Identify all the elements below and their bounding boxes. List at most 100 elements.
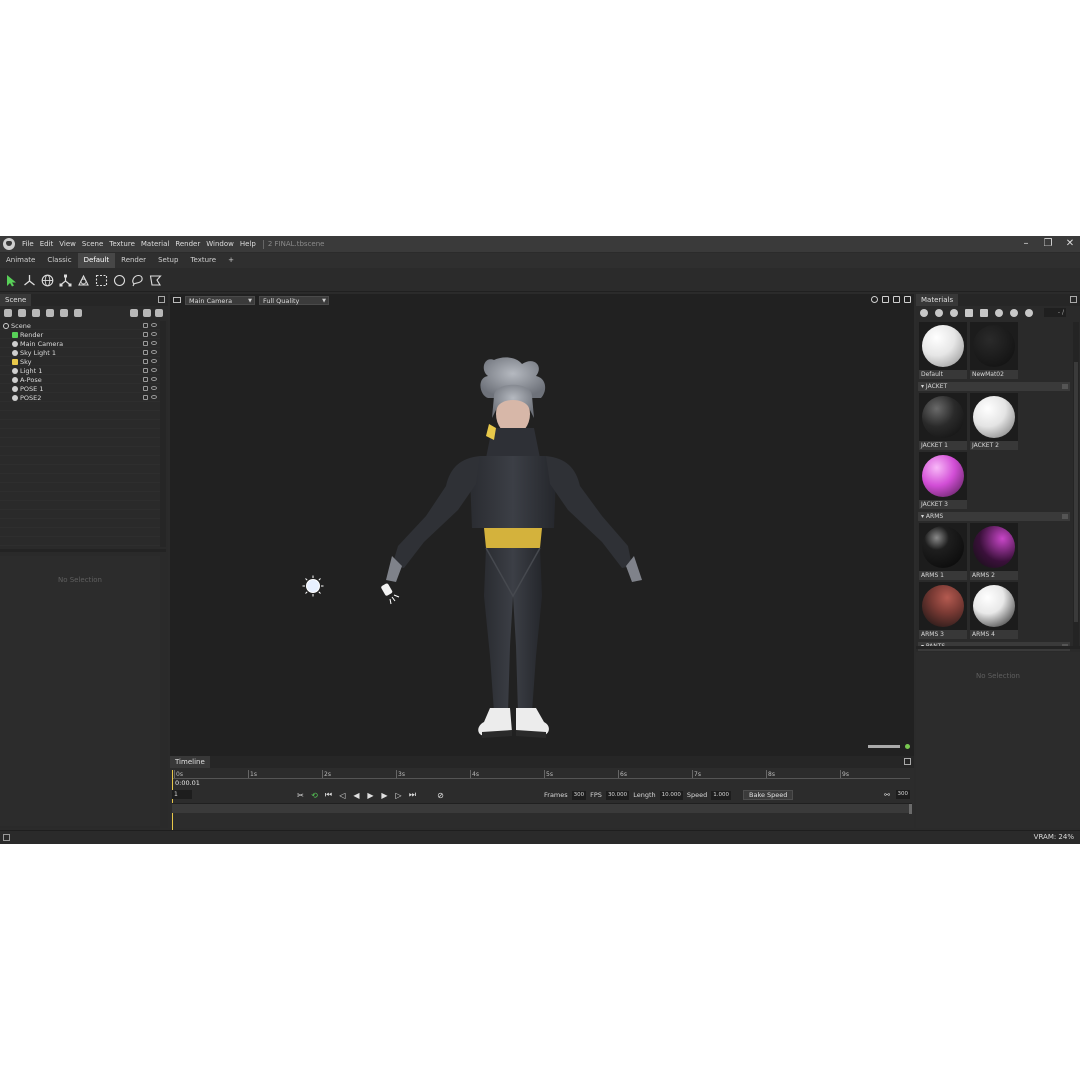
scissors-icon[interactable]: ✂ [296,791,305,800]
material-group-header[interactable]: ▾ JACKET [918,382,1070,391]
next-key-icon[interactable]: ▷ [394,791,403,800]
lock-icon[interactable] [143,359,148,364]
lock-icon[interactable] [143,350,148,355]
rect-select-icon[interactable] [94,273,109,288]
next-frame-icon[interactable]: ▶ [380,791,389,800]
scene-tree-row[interactable]: POSE2 [0,393,160,402]
tab-render[interactable]: Render [115,253,152,268]
apply-material-icon[interactable] [1010,309,1018,317]
timeline-track[interactable] [172,803,912,814]
popout-icon[interactable] [904,296,911,303]
duplicate-material-icon[interactable] [935,309,943,317]
popout-icon[interactable] [158,296,165,303]
menu-texture[interactable]: Texture [106,240,138,248]
log-icon[interactable] [3,834,10,841]
timeline-ruler[interactable]: 0s 1s 2s 3s 4s 5s 6s 7s 8s 9s [172,770,910,788]
add-light-icon[interactable] [18,309,26,317]
clear-material-icon[interactable] [1025,309,1033,317]
visibility-icon[interactable] [151,350,157,354]
gear-icon[interactable] [871,296,878,303]
pan-icon[interactable] [882,296,889,303]
scene-tree-row[interactable]: Sky [0,357,160,366]
material-group-header[interactable]: ▾ ARMS [918,512,1070,521]
add-group-icon[interactable] [46,309,54,317]
lock-icon[interactable] [143,368,148,373]
scene-tree-row[interactable]: POSE 1 [0,384,160,393]
visibility-icon[interactable] [151,377,157,381]
material-swatch[interactable]: ARMS 1 [919,523,968,580]
material-swatch[interactable]: JACKET 3 [919,452,968,509]
visibility-icon[interactable] [151,332,157,336]
fps-field[interactable]: 30.000 [605,790,630,800]
lock-icon[interactable] [143,341,148,346]
track-end-handle[interactable] [909,804,912,814]
minimize-icon[interactable]: – [1020,238,1032,250]
select-tool-icon[interactable] [4,273,19,288]
maximize-icon[interactable] [893,296,900,303]
tab-classic[interactable]: Classic [41,253,77,268]
scene-tree-row[interactable]: Light 1 [0,366,160,375]
lasso-select-icon[interactable] [130,273,145,288]
material-swatch[interactable]: JACKET 1 [919,393,968,450]
material-swatch[interactable]: ARMS 3 [919,582,968,639]
remove-material-icon[interactable] [950,309,958,317]
visibility-icon[interactable] [151,386,157,390]
add-mesh-icon[interactable] [4,309,12,317]
folder-icon[interactable] [965,309,973,317]
panel-splitter[interactable] [0,549,166,552]
material-swatch[interactable]: ARMS 4 [970,582,1019,639]
visibility-icon[interactable] [151,395,157,399]
camera-icon[interactable] [173,297,181,303]
rotate-tool-icon[interactable] [40,273,55,288]
duplicate-icon[interactable] [143,309,151,317]
folder-icon[interactable] [130,309,138,317]
menu-file[interactable]: File [19,240,37,248]
viewport[interactable]: Main Camera ▼ Full Quality ▼ [170,294,914,756]
bake-speed-button[interactable]: Bake Speed [743,790,794,800]
menu-view[interactable]: View [56,240,79,248]
tab-animate[interactable]: Animate [0,253,41,268]
add-shadow-catcher-icon[interactable] [60,309,68,317]
material-filter-input[interactable]: - / [1044,308,1066,317]
link-icon[interactable]: ⚯ [883,791,892,799]
skip-end-icon[interactable]: ⏭ [408,790,417,800]
camera-select[interactable]: Main Camera ▼ [185,295,255,305]
tab-timeline[interactable]: Timeline [170,756,210,768]
prev-frame-icon[interactable]: ◀ [352,791,361,800]
menu-window[interactable]: Window [203,240,237,248]
lock-icon[interactable] [143,323,148,328]
scene-tree-row[interactable]: A-Pose [0,375,160,384]
loop-icon[interactable]: ⟲ [310,791,319,800]
character-model[interactable] [376,356,656,756]
play-icon[interactable]: ▶ [366,791,375,800]
delete-icon[interactable] [155,309,163,317]
material-swatch[interactable]: ARMS 2 [970,523,1019,580]
scene-tree-row[interactable]: Render [0,330,160,339]
materials-scrollbar[interactable] [1073,322,1079,646]
add-camera-icon[interactable] [32,309,40,317]
delete-icon[interactable] [980,309,988,317]
visibility-icon[interactable] [151,368,157,372]
popout-icon[interactable] [904,758,911,765]
material-swatch[interactable]: NewMat02 [970,322,1019,379]
current-frame-input[interactable]: 1 [172,790,192,799]
add-material-icon[interactable] [920,309,928,317]
popout-icon[interactable] [1070,296,1077,303]
lock-icon[interactable] [143,395,148,400]
tab-default[interactable]: Default [77,253,116,268]
speed-field[interactable]: 1.000 [711,790,731,800]
menu-render[interactable]: Render [172,240,203,248]
skip-start-icon[interactable]: ⏮ [324,790,333,800]
quality-select[interactable]: Full Quality ▼ [259,295,329,305]
ellipse-select-icon[interactable] [112,273,127,288]
add-workspace-button[interactable]: + [222,253,240,268]
length-field[interactable]: 10.000 [659,790,683,800]
add-sky-icon[interactable] [74,309,82,317]
visibility-icon[interactable] [151,341,157,345]
tab-texture[interactable]: Texture [184,253,222,268]
visibility-icon[interactable] [151,323,157,327]
app-logo-icon[interactable] [3,238,15,250]
tab-materials[interactable]: Materials [916,294,959,306]
end-frame-field[interactable]: 300 [895,790,910,799]
panel-splitter[interactable] [916,646,1080,649]
